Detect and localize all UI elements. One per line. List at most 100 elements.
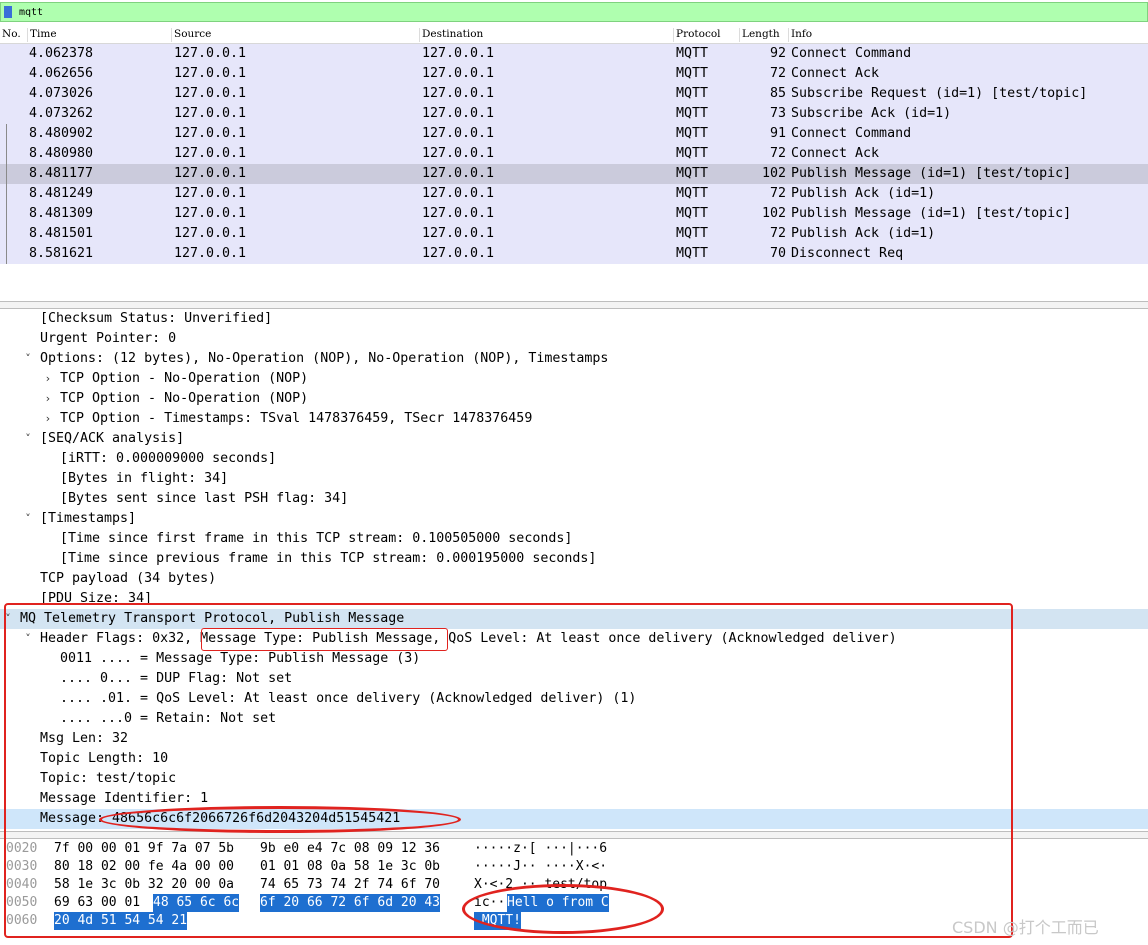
detail-text: [SEQ/ACK analysis] xyxy=(40,431,185,446)
detail-row[interactable]: › TCP Option - No-Operation (NOP) xyxy=(0,389,1148,409)
hex-bytes-selected[interactable]: 48 65 6c 6c xyxy=(153,894,240,912)
packet-row[interactable]: 8.481309 127.0.0.1 127.0.0.1 MQTT 102 Publish… xyxy=(0,204,1148,224)
column-header-length[interactable]: Length xyxy=(739,28,780,42)
detail-row[interactable]: ˅ [Timestamps] xyxy=(0,509,1148,529)
packet-length: 92 xyxy=(769,46,786,61)
detail-row[interactable]: [Time since previous frame in this TCP s… xyxy=(0,549,1148,569)
hex-offset[interactable]: 0020 xyxy=(6,840,37,858)
detail-row[interactable]: Topic Length: 10 xyxy=(0,749,1148,769)
hex-offset[interactable]: 0060 xyxy=(6,912,37,930)
detail-row[interactable]: [Bytes sent since last PSH flag: 34] xyxy=(0,489,1148,509)
detail-row[interactable]: Message Identifier: 1 xyxy=(0,789,1148,809)
collapse-arrow-icon[interactable]: › xyxy=(42,389,54,409)
packet-source: 127.0.0.1 xyxy=(174,246,247,261)
detail-text: Message: 48656c6c6f2066726f6d2043204d515… xyxy=(40,811,401,826)
hex-bytes[interactable]: 6f 20 66 72 6f 6d 20 43 xyxy=(260,894,441,912)
packet-details-tree: [Checksum Status: Unverified] Urgent Poin… xyxy=(0,309,1148,831)
packet-row[interactable]: 8.481501 127.0.0.1 127.0.0.1 MQTT 72 Publish … xyxy=(0,224,1148,244)
detail-row[interactable]: ˅ [SEQ/ACK analysis] xyxy=(0,429,1148,449)
column-header-source[interactable]: Source xyxy=(171,28,211,42)
pane-splitter-bytes[interactable] xyxy=(0,831,1148,839)
packet-destination: 127.0.0.1 xyxy=(422,206,495,221)
collapse-arrow-icon[interactable]: › xyxy=(42,369,54,389)
packet-row[interactable]: 4.062378 127.0.0.1 127.0.0.1 MQTT 92 Connect … xyxy=(0,44,1148,64)
detail-text: Topic Length: 10 xyxy=(40,751,169,766)
packet-no-cell xyxy=(6,144,26,164)
packet-time: 4.073026 xyxy=(29,86,94,101)
detail-text: TCP Option - Timestamps: TSval 147837645… xyxy=(60,411,533,426)
hex-ascii[interactable]: ic·· xyxy=(474,894,505,912)
packet-time: 8.480902 xyxy=(29,126,94,141)
display-filter-input[interactable] xyxy=(15,4,1115,20)
packet-length: 72 xyxy=(769,226,786,241)
hex-bytes[interactable]: 01 01 08 0a 58 1e 3c 0b xyxy=(260,858,440,876)
detail-row[interactable]: .... 0... = DUP Flag: Not set xyxy=(0,669,1148,689)
expand-arrow-icon[interactable]: ˅ xyxy=(22,429,34,449)
expand-arrow-icon[interactable]: ˅ xyxy=(2,609,14,629)
expand-arrow-icon[interactable]: ˅ xyxy=(22,349,34,369)
detail-row[interactable]: .... ...0 = Retain: Not set xyxy=(0,709,1148,729)
packet-row[interactable]: 8.581621 127.0.0.1 127.0.0.1 MQTT 70 Disconne… xyxy=(0,244,1148,264)
detail-text: TCP payload (34 bytes) xyxy=(40,571,217,586)
packet-time: 8.481309 xyxy=(29,206,94,221)
detail-row[interactable]: Message: 48656c6c6f2066726f6d2043204d515… xyxy=(0,809,1148,829)
packet-row[interactable]: 4.073026 127.0.0.1 127.0.0.1 MQTT 85 Subscrib… xyxy=(0,84,1148,104)
hex-bytes-selected[interactable]: 20 4d 51 54 54 21 xyxy=(54,912,188,930)
hex-bytes[interactable]: 9b e0 e4 7c 08 09 12 36 xyxy=(260,840,440,858)
packet-length: 91 xyxy=(769,126,786,141)
detail-row[interactable]: Topic: test/topic xyxy=(0,769,1148,789)
hex-bytes[interactable]: 69 63 00 01 xyxy=(54,894,140,912)
packet-protocol: MQTT xyxy=(676,146,709,161)
detail-row[interactable]: Msg Len: 32 xyxy=(0,729,1148,749)
expand-arrow-icon[interactable]: ˅ xyxy=(22,509,34,529)
detail-row[interactable]: [Time since first frame in this TCP stre… xyxy=(0,529,1148,549)
hex-offset[interactable]: 0040 xyxy=(6,876,37,894)
detail-row[interactable]: .... .01. = QoS Level: At least once del… xyxy=(0,689,1148,709)
hex-offset[interactable]: 0030 xyxy=(6,858,37,876)
detail-text: TCP Option - No-Operation (NOP) xyxy=(60,371,309,386)
packet-row[interactable]: 8.481177 127.0.0.1 127.0.0.1 MQTT 102 Publish… xyxy=(0,164,1148,184)
detail-row[interactable]: ˅ Header Flags: 0x32, Message Type: Publi… xyxy=(0,629,1148,649)
hex-offset[interactable]: 0050 xyxy=(6,894,37,912)
detail-row[interactable]: [PDU Size: 34] xyxy=(0,589,1148,609)
hex-bytes[interactable]: 58 1e 3c 0b 32 20 00 0a xyxy=(54,876,234,894)
detail-row[interactable]: TCP payload (34 bytes) xyxy=(0,569,1148,589)
pane-splitter[interactable] xyxy=(0,301,1148,309)
hex-ascii[interactable]: ·····J·· ····X·<· xyxy=(474,858,607,876)
packet-row[interactable]: 8.480902 127.0.0.1 127.0.0.1 MQTT 91 Connect … xyxy=(0,124,1148,144)
detail-row[interactable]: [Bytes in flight: 34] xyxy=(0,469,1148,489)
column-header-time[interactable]: Time xyxy=(27,28,57,42)
packet-row[interactable]: 8.480980 127.0.0.1 127.0.0.1 MQTT 72 Connect … xyxy=(0,144,1148,164)
detail-text: [Time since previous frame in this TCP s… xyxy=(60,551,597,566)
detail-row[interactable]: Urgent Pointer: 0 xyxy=(0,329,1148,349)
detail-row[interactable]: ˅ MQ Telemetry Transport Protocol, Publis… xyxy=(0,609,1148,629)
collapse-arrow-icon[interactable]: › xyxy=(42,409,54,429)
packet-source: 127.0.0.1 xyxy=(174,106,247,121)
packet-destination: 127.0.0.1 xyxy=(422,86,495,101)
detail-row[interactable]: › TCP Option - No-Operation (NOP) xyxy=(0,369,1148,389)
packet-source: 127.0.0.1 xyxy=(174,46,247,61)
packet-row[interactable]: 8.481249 127.0.0.1 127.0.0.1 MQTT 72 Publish … xyxy=(0,184,1148,204)
hex-bytes[interactable]: 80 18 02 00 fe 4a 00 00 xyxy=(54,858,234,876)
bookmark-icon[interactable] xyxy=(1,3,15,21)
packet-row[interactable]: 4.073262 127.0.0.1 127.0.0.1 MQTT 73 Subscrib… xyxy=(0,104,1148,124)
column-header-destination[interactable]: Destination xyxy=(419,28,483,42)
detail-row[interactable]: 0011 .... = Message Type: Publish Messag… xyxy=(0,649,1148,669)
hex-ascii-selected[interactable]: Hell o from C xyxy=(507,894,609,912)
expand-arrow-icon[interactable]: ˅ xyxy=(22,629,34,649)
hex-ascii-selected[interactable]: MQTT! xyxy=(474,912,521,930)
column-header-no[interactable]: No. xyxy=(0,28,21,42)
detail-row[interactable]: [iRTT: 0.000009000 seconds] xyxy=(0,449,1148,469)
column-header-info[interactable]: Info xyxy=(788,28,812,42)
packet-time: 4.062656 xyxy=(29,66,94,81)
detail-row[interactable]: › TCP Option - Timestamps: TSval 14783764… xyxy=(0,409,1148,429)
packet-source: 127.0.0.1 xyxy=(174,126,247,141)
hex-ascii[interactable]: X·<·2 ·· test/top xyxy=(474,876,607,894)
column-header-protocol[interactable]: Protocol xyxy=(673,28,721,42)
packet-row[interactable]: 4.062656 127.0.0.1 127.0.0.1 MQTT 72 Connect … xyxy=(0,64,1148,84)
hex-bytes[interactable]: 74 65 73 74 2f 74 6f 70 xyxy=(260,876,440,894)
detail-row[interactable]: ˅ Options: (12 bytes), No-Operation (NOP)… xyxy=(0,349,1148,369)
hex-bytes[interactable]: 7f 00 00 01 9f 7a 07 5b xyxy=(54,840,234,858)
detail-row[interactable]: [Checksum Status: Unverified] xyxy=(0,309,1148,329)
hex-ascii[interactable]: ·····z·[ ···|···6 xyxy=(474,840,607,858)
